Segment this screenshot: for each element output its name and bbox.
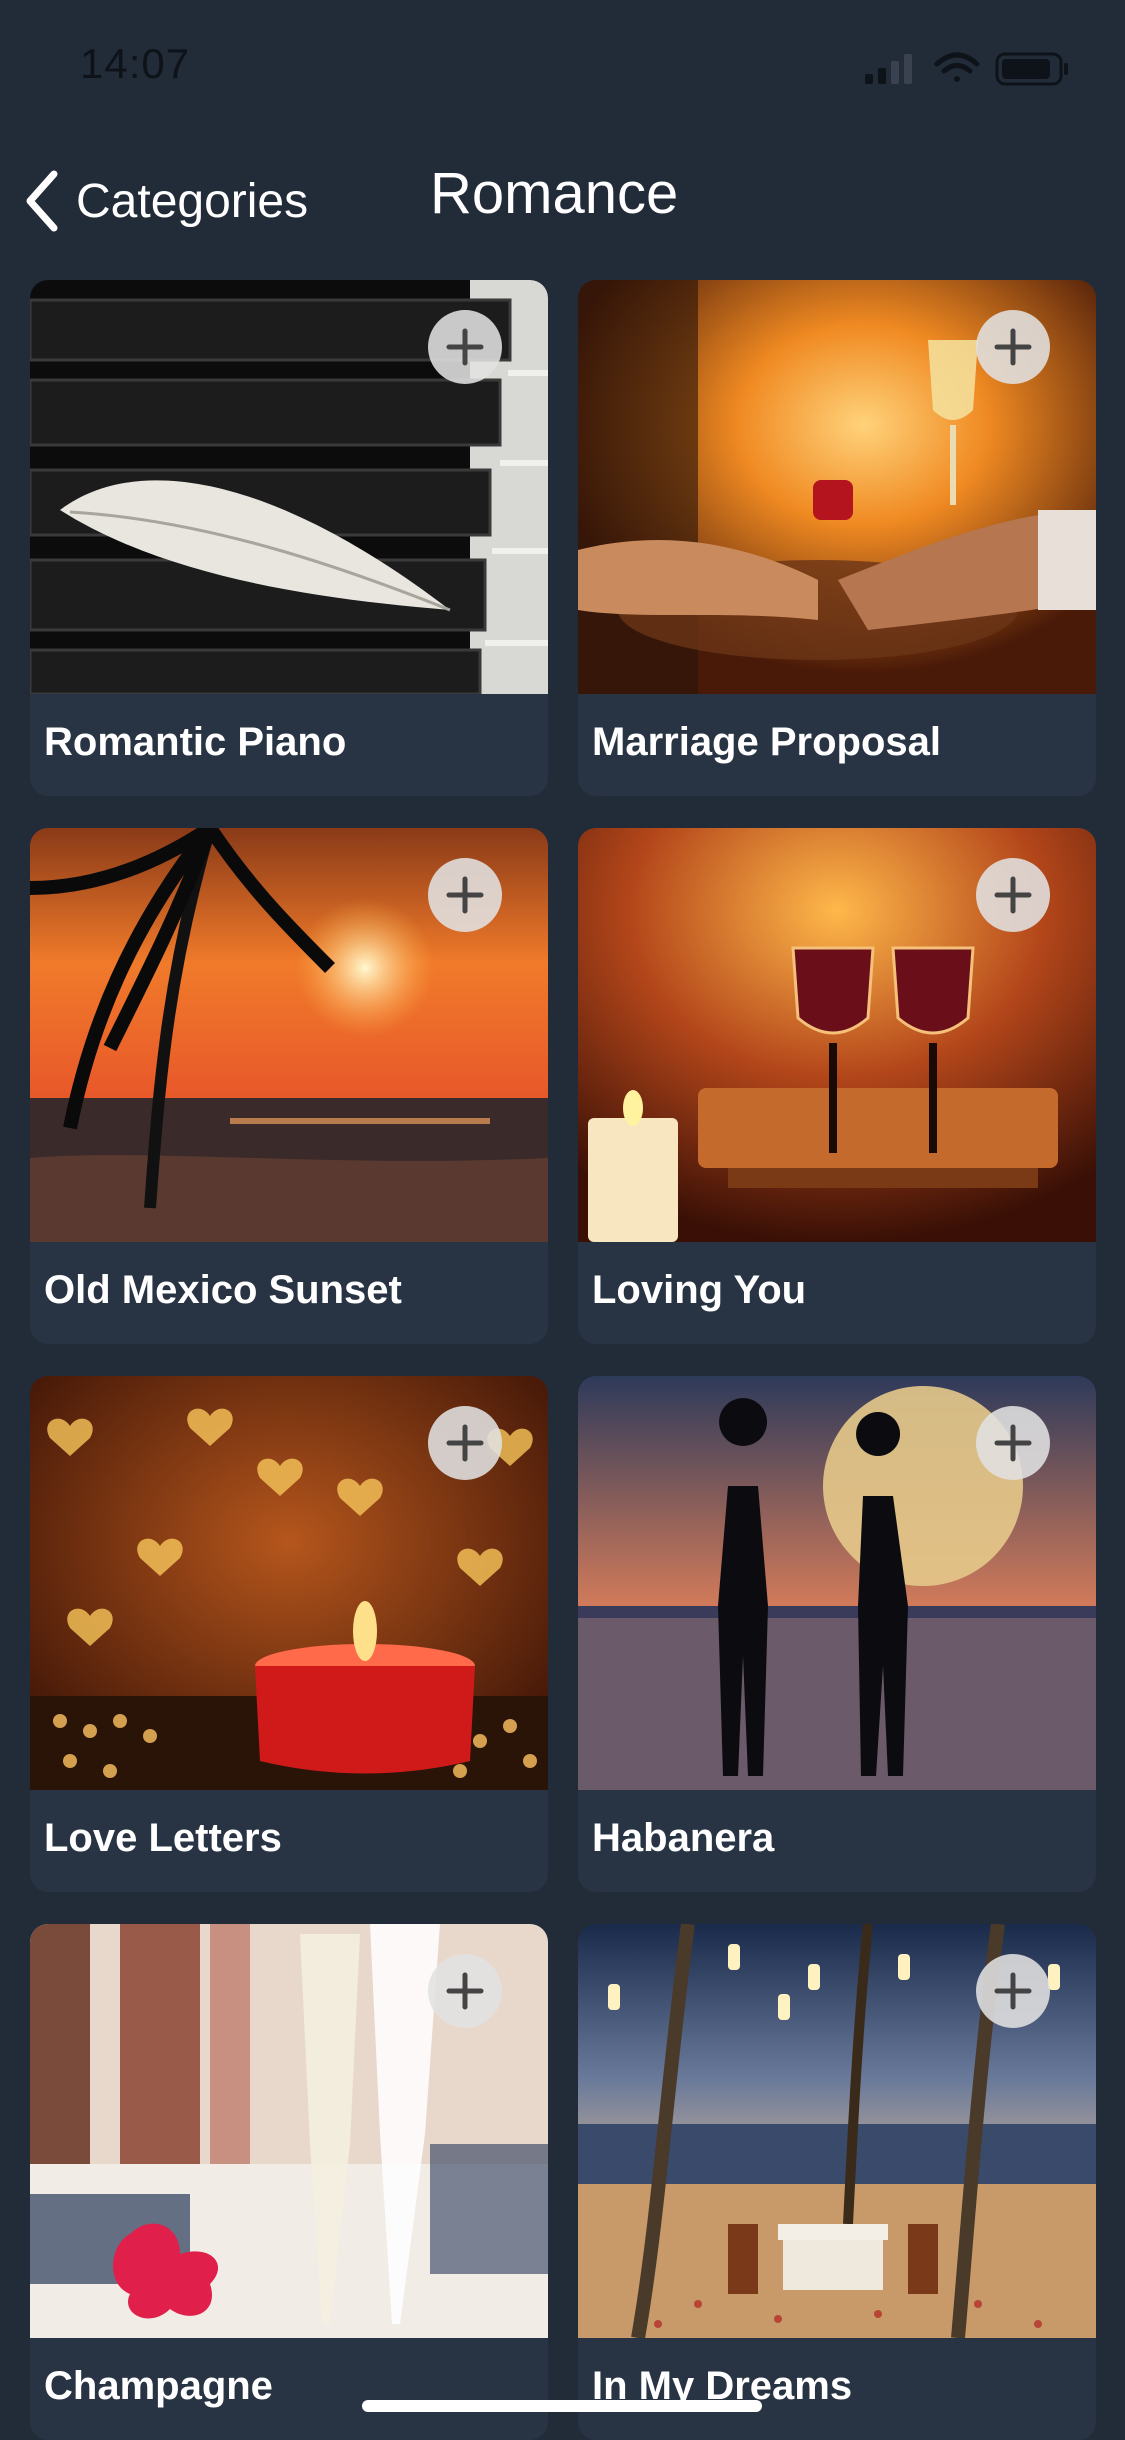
- add-button[interactable]: [428, 1954, 502, 2028]
- add-button[interactable]: [976, 310, 1050, 384]
- plus-icon: [446, 876, 484, 914]
- plus-icon: [994, 1424, 1032, 1462]
- page-title: Romance: [430, 161, 679, 226]
- status-icons: [865, 48, 1085, 88]
- card-habanera[interactable]: Habanera: [578, 1376, 1096, 1892]
- card-romantic-piano[interactable]: Romantic Piano: [30, 280, 548, 796]
- card-title: Loving You: [592, 1268, 807, 1312]
- add-button[interactable]: [976, 1954, 1050, 2028]
- plus-icon: [446, 1424, 484, 1462]
- add-button[interactable]: [428, 1406, 502, 1480]
- plus-icon: [994, 876, 1032, 914]
- add-button[interactable]: [428, 310, 502, 384]
- signal-icon: [865, 54, 912, 84]
- plus-icon: [994, 328, 1032, 366]
- plus-icon: [446, 328, 484, 366]
- add-button[interactable]: [976, 858, 1050, 932]
- card-title: Champagne: [44, 2364, 273, 2408]
- home-indicator[interactable]: [362, 2400, 762, 2412]
- status-bar: 14:07: [0, 0, 1125, 130]
- back-button[interactable]: Categories: [22, 166, 308, 236]
- card-marriage-proposal[interactable]: Marriage Proposal: [578, 280, 1096, 796]
- card-love-letters[interactable]: Love Letters: [30, 1376, 548, 1892]
- back-button-label: Categories: [76, 174, 309, 228]
- wifi-icon: [934, 52, 980, 82]
- add-button[interactable]: [976, 1406, 1050, 1480]
- card-loving-you[interactable]: Loving You: [578, 828, 1096, 1344]
- card-title: Habanera: [592, 1816, 775, 1860]
- card-title: Old Mexico Sunset: [44, 1268, 402, 1312]
- card-title: Romantic Piano: [44, 720, 347, 764]
- card-title: Love Letters: [44, 1816, 282, 1860]
- battery-icon: [995, 52, 1068, 86]
- plus-icon: [446, 1972, 484, 2010]
- plus-icon: [994, 1972, 1032, 2010]
- navigation-bar: Categories Romance: [0, 140, 1125, 250]
- card-in-my-dreams[interactable]: In My Dreams: [578, 1924, 1096, 2440]
- add-button[interactable]: [428, 858, 502, 932]
- chevron-left-icon: [26, 170, 58, 232]
- card-old-mexico-sunset[interactable]: Old Mexico Sunset: [30, 828, 548, 1344]
- card-champagne[interactable]: Champagne: [30, 1924, 548, 2440]
- status-time: 14:07: [80, 40, 191, 87]
- card-title: Marriage Proposal: [592, 720, 942, 764]
